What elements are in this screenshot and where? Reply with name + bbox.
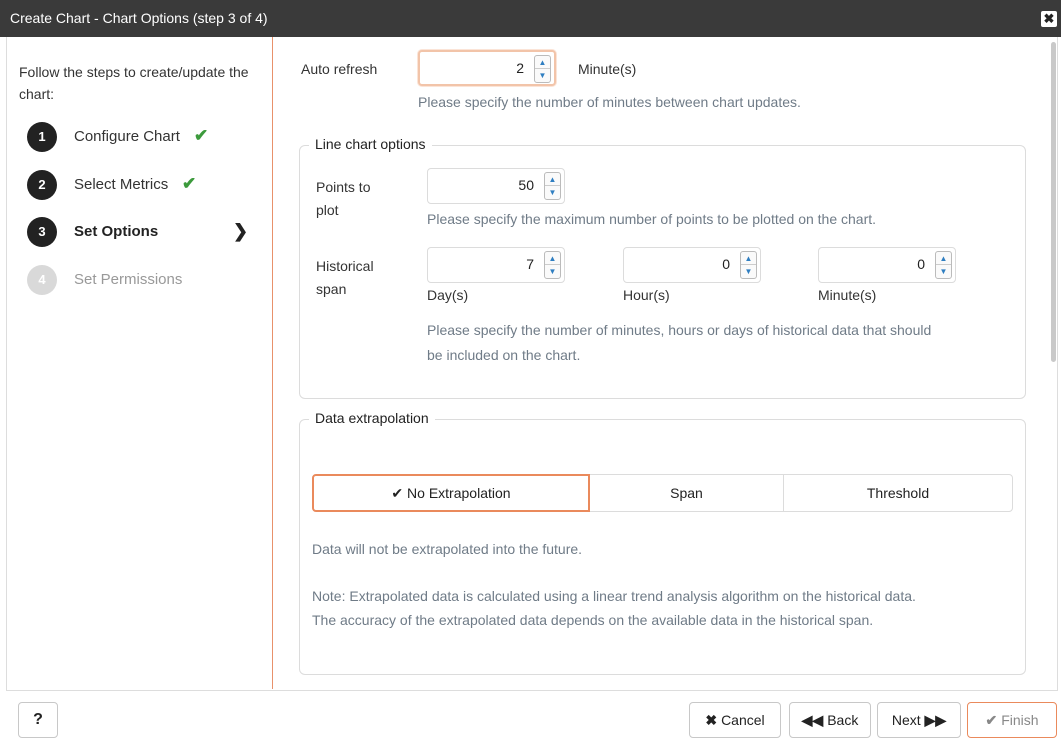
checkmark-icon: ✔ <box>985 712 998 728</box>
spinner-down-icon[interactable]: ▼ <box>741 265 756 278</box>
step-select-metrics[interactable]: 2 Select Metrics ✔ <box>27 170 252 200</box>
days-unit: Day(s) <box>427 287 469 303</box>
days-value: 7 <box>526 256 534 272</box>
checkmark-icon: ✔ <box>194 126 209 145</box>
spinner-up-icon[interactable]: ▲ <box>936 252 951 265</box>
no-extrapolation-label: No Extrapolation <box>407 485 511 501</box>
spinner-up-icon[interactable]: ▲ <box>545 173 560 186</box>
extrapolation-info: Data will not be extrapolated into the f… <box>312 541 583 557</box>
options-panel: Auto refresh 2 ▲ ▼ Minute(s) Please spec… <box>274 37 1058 689</box>
spinner-up-icon[interactable]: ▲ <box>545 252 560 265</box>
spinner-up-icon[interactable]: ▲ <box>741 252 756 265</box>
back-label: Back <box>827 712 859 728</box>
auto-refresh-value: 2 <box>516 60 524 76</box>
close-icon[interactable]: ✖ <box>1041 11 1057 27</box>
hours-unit: Hour(s) <box>623 287 670 303</box>
dialog-titlebar: Create Chart - Chart Options (step 3 of … <box>0 0 1061 37</box>
extrapolation-note-line2: The accuracy of the extrapolated data de… <box>312 612 874 628</box>
dialog-title: Create Chart - Chart Options (step 3 of … <box>10 10 268 26</box>
finish-button[interactable]: ✔ Finish <box>967 702 1057 738</box>
historical-label-line2: span <box>316 281 347 297</box>
step-number: 4 <box>27 265 57 295</box>
finish-label: Finish <box>1001 712 1039 728</box>
checkmark-icon: ✔ <box>391 485 404 501</box>
points-label-line2: plot <box>316 202 339 218</box>
step-label: Set Permissions <box>74 271 183 288</box>
historical-days-input[interactable]: 7 ▲ ▼ <box>427 247 565 283</box>
step-configure-chart[interactable]: 1 Configure Chart ✔ <box>27 122 252 152</box>
checkmark-icon: ✔ <box>182 174 197 193</box>
spinner-buttons[interactable]: ▲ ▼ <box>544 172 561 200</box>
span-label: Span <box>670 485 703 501</box>
auto-refresh-label: Auto refresh <box>301 61 378 77</box>
step-label: Select Metrics <box>74 176 169 193</box>
back-icon: ◀◀ <box>801 712 824 728</box>
spinner-down-icon[interactable]: ▼ <box>535 69 550 82</box>
points-to-plot-input[interactable]: 50 ▲ ▼ <box>427 168 565 204</box>
help-button[interactable]: ? <box>18 702 58 738</box>
step-number: 1 <box>27 122 57 152</box>
dialog-footer: ? ✖ Cancel ◀◀ Back Next ▶▶ ✔ Finish <box>6 690 1058 746</box>
wizard-sidebar: Follow the steps to create/update the ch… <box>7 37 273 689</box>
step-set-options[interactable]: 3 Set Options ❯ <box>27 217 252 247</box>
spinner-buttons[interactable]: ▲ ▼ <box>740 251 757 279</box>
next-icon: ▶▶ <box>924 712 947 728</box>
minutes-value: 0 <box>917 256 925 272</box>
auto-refresh-hint: Please specify the number of minutes bet… <box>418 94 801 110</box>
minutes-unit: Minute(s) <box>818 287 877 303</box>
spinner-buttons[interactable]: ▲ ▼ <box>935 251 952 279</box>
step-number: 2 <box>27 170 57 200</box>
spinner-down-icon[interactable]: ▼ <box>545 186 560 199</box>
hours-value: 0 <box>722 256 730 272</box>
extrapolation-legend: Data extrapolation <box>309 410 435 426</box>
threshold-label: Threshold <box>866 485 930 501</box>
span-button[interactable]: Span <box>589 474 784 512</box>
spinner-buttons[interactable]: ▲ ▼ <box>534 55 551 83</box>
step-set-permissions: 4 Set Permissions <box>27 265 252 295</box>
spinner-down-icon[interactable]: ▼ <box>545 265 560 278</box>
x-icon: ✖ <box>705 712 718 728</box>
historical-hint-line1: Please specify the number of minutes, ho… <box>427 322 932 338</box>
cancel-button[interactable]: ✖ Cancel <box>689 702 781 738</box>
next-button[interactable]: Next ▶▶ <box>877 702 961 738</box>
chevron-right-icon: ❯ <box>233 221 249 241</box>
historical-label-line1: Historical <box>316 258 374 274</box>
cancel-label: Cancel <box>721 712 765 728</box>
next-label: Next <box>891 712 921 728</box>
auto-refresh-input[interactable]: 2 ▲ ▼ <box>418 50 556 86</box>
points-label-line1: Points to <box>316 179 371 195</box>
spinner-down-icon[interactable]: ▼ <box>936 265 951 278</box>
threshold-button[interactable]: Threshold <box>783 474 1013 512</box>
historical-hint-line2: be included on the chart. <box>427 347 581 363</box>
step-label: Configure Chart <box>74 128 180 145</box>
scrollbar[interactable] <box>1051 42 1056 362</box>
historical-minutes-input[interactable]: 0 ▲ ▼ <box>818 247 956 283</box>
extrapolation-note-line1: Note: Extrapolated data is calculated us… <box>312 588 916 604</box>
no-extrapolation-button[interactable]: ✔ No Extrapolation <box>312 474 590 512</box>
historical-hours-input[interactable]: 0 ▲ ▼ <box>623 247 761 283</box>
step-number: 3 <box>27 217 57 247</box>
points-hint: Please specify the maximum number of poi… <box>427 211 877 227</box>
spinner-up-icon[interactable]: ▲ <box>535 56 550 69</box>
spinner-buttons[interactable]: ▲ ▼ <box>544 251 561 279</box>
sidebar-intro: Follow the steps to create/update the ch… <box>19 64 249 102</box>
points-value: 50 <box>518 177 534 193</box>
back-button[interactable]: ◀◀ Back <box>789 702 871 738</box>
line-chart-legend: Line chart options <box>309 136 432 152</box>
step-label: Set Options <box>74 223 159 240</box>
auto-refresh-unit: Minute(s) <box>578 61 637 77</box>
